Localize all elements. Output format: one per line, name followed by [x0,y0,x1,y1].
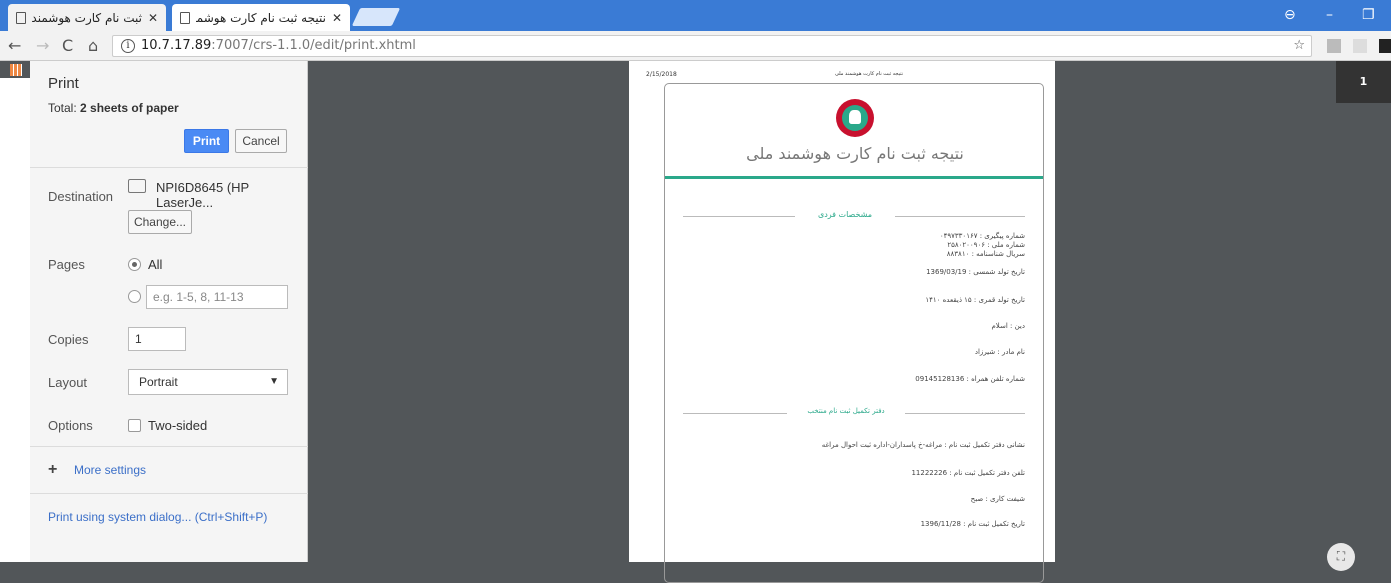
pages-all-label: All [148,257,163,272]
close-icon[interactable]: ✕ [148,11,158,25]
two-sided-checkbox[interactable] [128,419,141,432]
print-date: 2/15/2018 [646,71,677,78]
tracking-number: شماره پیگیری : ۰۴۹۷۳۳۰۱۶۷ [939,232,1025,240]
total-value: 2 sheets of paper [80,101,179,115]
section-divider [905,413,1025,414]
birth-certificate-serial: سریال شناسنامه : ۸۸۳۸۱۰ [946,250,1025,258]
work-shift: شیفت کاری : صبح [970,495,1025,503]
chevron-down-icon: ▼ [269,376,279,387]
print-header-title: نتیجه ثبت نام کارت هوشمند ملی [834,71,904,77]
copies-input[interactable]: 1 [128,327,186,351]
print-settings-panel: Print Total: 2 sheets of paper Print Can… [30,61,308,562]
extension-icon[interactable] [1327,39,1341,53]
document-icon [180,11,190,24]
change-destination-button[interactable]: Change... [128,210,192,234]
reload-icon[interactable]: C [62,36,73,56]
divider [30,167,308,168]
tab-registration[interactable]: ✕ ثبت نام کارت هوشمند ملی [8,4,166,31]
extension-icon[interactable] [1353,39,1367,53]
destination-value: NPI6D8645 (HP LaserJe... [156,180,249,210]
divider [30,446,308,447]
national-card-logo [836,99,874,137]
close-icon[interactable]: ✕ [332,11,342,25]
layout-label: Layout [48,375,88,390]
plus-icon[interactable]: + [48,461,57,479]
printer-icon [128,179,146,193]
url-host: 10.7.17.89 [141,38,212,53]
tab-title: ثبت نام کارت هوشمند ملی [32,10,142,25]
document-icon [16,11,26,24]
section-office-title: دفتر تکمیل ثبت نام منتخب [807,407,885,415]
pages-label: Pages [48,257,85,272]
system-dialog-link[interactable]: Print using system dialog... (Ctrl+Shift… [48,510,267,524]
profile-icon[interactable]: ⊖ [1284,0,1296,31]
copies-label: Copies [48,332,89,347]
print-preview-page: 2/15/2018 نتیجه ثبت نام کارت هوشمند ملی … [629,61,1055,583]
star-icon[interactable]: ☆ [1293,36,1305,56]
total-prefix: Total: [48,101,81,115]
back-icon[interactable]: ← [8,36,21,56]
title-underline [665,176,1043,179]
restore-button[interactable]: ❐ [1362,0,1375,31]
office-address: نشانی دفتر تکمیل ثبت نام : مراغه-خ پاسدا… [821,441,1025,449]
extension-icon[interactable] [1379,39,1391,53]
layout-value: Portrait [139,375,178,389]
forward-icon[interactable]: → [36,36,49,56]
browser-toolbar: ← → C ⌂ i 10.7.17.89:7007/crs-1.1.0/edit/… [0,31,1391,61]
religion: دین : اسلام [991,322,1025,330]
page-number-badge[interactable]: 1 [1336,61,1391,103]
panel-title: Print [48,75,79,92]
home-icon[interactable]: ⌂ [88,36,98,56]
main-title: نتیجه ثبت نام کارت هوشمند ملی [746,144,964,163]
mobile-number: شماره تلفن همراه : 09145128136 [915,375,1025,383]
more-settings-link[interactable]: More settings [74,463,146,477]
tab-title: نتیجه ثبت نام کارت هوشمند [196,10,326,25]
info-icon[interactable]: i [121,38,135,53]
page-background-strip [0,78,30,562]
cancel-button[interactable]: Cancel [235,129,287,153]
tab-result[interactable]: ✕ نتیجه ثبت نام کارت هوشمند [172,4,350,31]
fit-to-page-icon[interactable]: ⛶ [1327,543,1355,571]
national-id: شماره ملی : ۲۵۸۰۲۰۰۹۰۶ [947,241,1025,249]
section-divider [895,216,1025,217]
print-button[interactable]: Print [184,129,229,153]
mother-name: نام مادر : شیرزاد [974,348,1025,356]
destination-label: Destination [48,189,114,204]
tab-strip: ✕ ثبت نام کارت هوشمند ملی ✕ نتیجه ثبت نا… [0,0,1391,31]
apps-icon[interactable] [10,64,22,76]
options-label: Options [48,418,93,433]
url-path: :7007/crs-1.1.0/edit/print.xhtml [211,38,416,53]
divider [30,493,308,494]
address-bar[interactable]: i 10.7.17.89:7007/crs-1.1.0/edit/print.xh… [112,35,1312,57]
total-sheets: Total: 2 sheets of paper [48,101,179,115]
office-phone: تلفن دفتر تکمیل ثبت نام : 11222226 [911,469,1025,477]
minimize-button[interactable]: – [1326,0,1333,31]
new-tab-button[interactable] [351,8,401,26]
pages-all-radio[interactable] [128,258,141,271]
section-personal-title: مشخصات فردی [817,210,873,219]
layout-select[interactable]: Portrait ▼ [128,369,288,395]
section-divider [683,216,795,217]
two-sided-label: Two-sided [148,418,208,433]
result-card: نتیجه ثبت نام کارت هوشمند ملی مشخصات فرد… [664,83,1044,583]
pages-range-input[interactable]: e.g. 1-5, 8, 11-13 [146,285,288,309]
completion-date: تاریخ تکمیل ثبت نام : 1396/11/28 [920,520,1025,528]
section-divider [683,413,787,414]
birth-date-lunar: تاریخ تولد قمری : ۱۵ ذیقعده ۱۴۱۰ [925,296,1025,304]
birth-date-solar: تاریخ تولد شمسی : 1369/03/19 [926,268,1025,276]
pages-custom-radio[interactable] [128,290,141,303]
